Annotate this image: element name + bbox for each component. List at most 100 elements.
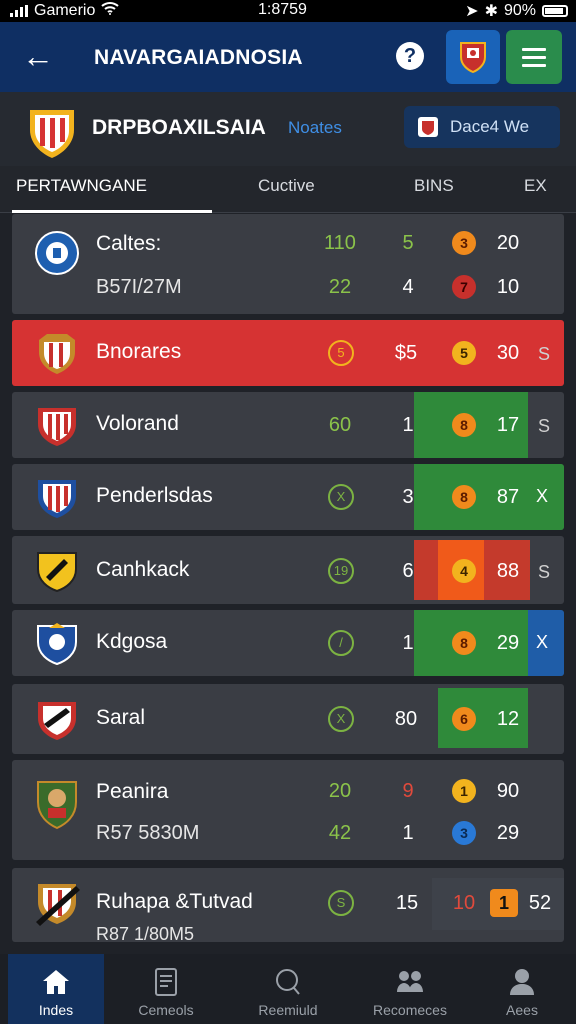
tab-standings[interactable]: PERTAWNGANE <box>16 176 147 196</box>
table-row[interactable]: Saral X 80 6 12 <box>12 684 564 754</box>
wifi-icon <box>101 1 120 20</box>
form-badge: 3 <box>452 231 476 255</box>
team-name: Bnorares <box>96 340 182 363</box>
stat-value: 5 <box>402 232 414 254</box>
bluetooth-icon: ✱ <box>484 3 498 20</box>
points-value: 52 <box>528 892 552 914</box>
stat-value: 9 <box>402 780 414 802</box>
team-name: Penderlsdas <box>96 484 213 507</box>
table-row[interactable]: Canhkack 19 6 4 88 S <box>12 536 564 604</box>
stat-value: 80 <box>394 708 418 730</box>
team-subtitle: B57I/27M <box>96 276 182 298</box>
nav-matches[interactable]: Cemeols <box>118 954 214 1024</box>
stat-value: 1 <box>402 822 414 844</box>
team-name: Peanira <box>96 780 169 803</box>
flag-crest-icon <box>418 117 438 137</box>
league-action-label: Dace4 We <box>450 117 530 136</box>
tab-bar: PERTAWNGANE Cuctive BINS EX <box>0 166 576 212</box>
signal-icon <box>10 4 28 17</box>
nav-home[interactable]: Indes <box>8 954 104 1024</box>
nav-matches-label: Cemeols <box>138 1002 194 1018</box>
team-subtitle: R57 5830M <box>96 822 200 844</box>
help-icon[interactable]: ? <box>396 42 424 70</box>
nav-home-label: Indes <box>38 1002 74 1018</box>
team-name: Kdgosa <box>96 630 168 653</box>
battery-icon <box>542 5 568 17</box>
menu-button[interactable] <box>506 30 562 84</box>
team-crest-icon <box>36 884 80 926</box>
points-value: 90 <box>496 780 520 802</box>
status-bar: Gamerio 1:8759 ➤ ✱ 90% <box>0 0 576 22</box>
battery-label: 90% <box>503 2 536 19</box>
menu-icon <box>522 47 546 51</box>
league-action-button[interactable]: Dace4 We <box>404 106 560 148</box>
back-arrow-icon[interactable]: ← <box>22 38 54 74</box>
table-row[interactable]: Volorand 60 1 8 17 S <box>12 392 564 458</box>
tab-bins[interactable]: BINS <box>414 176 454 196</box>
form-badge: 3 <box>452 821 476 845</box>
stat-value: 22 <box>328 276 352 298</box>
league-link[interactable]: Noates <box>288 118 342 138</box>
stat-value: 110 <box>324 232 356 254</box>
stat-value: 60 <box>328 414 352 436</box>
table-row[interactable]: Ruhapa &Tutvad R87 1/80M5 S 15 10 1 52 <box>12 868 564 942</box>
points-value: 17 <box>496 414 520 436</box>
team-crest-icon <box>38 408 76 446</box>
trend-marker: S <box>538 416 551 436</box>
form-badge: 8 <box>452 413 476 437</box>
points-value: 10 <box>496 276 520 298</box>
points-value: 29 <box>496 822 520 844</box>
points-value: 12 <box>496 708 520 730</box>
page-title: NAVARGAIADNOSIA <box>94 46 303 69</box>
bottom-navigation: Indes Cemeols Reemiuld Recomeces Aees <box>0 954 576 1024</box>
stat-value: $5 <box>394 342 418 364</box>
carrier-label: Gamerio <box>34 1 96 19</box>
table-row[interactable]: Caltes: B57I/27M 110 22 5 4 3 7 20 10 <box>12 214 564 314</box>
league-crest-icon <box>30 110 74 158</box>
form-badge: 5 <box>452 341 476 365</box>
nav-resources[interactable]: Recomeces <box>362 954 458 1024</box>
team-icon <box>397 971 423 992</box>
table-row[interactable]: Penderlsdas X 3 8 87 X <box>12 464 564 530</box>
nav-profile-label: Aees <box>506 1002 538 1018</box>
table-row[interactable]: Peanira R57 5830M 20 42 9 1 1 3 90 29 <box>12 760 564 860</box>
result-icon: X <box>328 484 354 510</box>
points-value: 88 <box>496 560 520 582</box>
search-icon <box>276 969 300 995</box>
result-icon: / <box>328 630 354 656</box>
form-badge: 8 <box>452 485 476 509</box>
nav-profile[interactable]: Aees <box>474 954 570 1024</box>
nav-results-label: Reemiuld <box>258 1002 318 1018</box>
form-badge: 1 <box>490 889 518 917</box>
app-bar: ← NAVARGAIADNOSIA ? <box>0 22 576 92</box>
table-row-highlighted[interactable]: Bnorares 5 $5 5 30 S <box>12 320 564 386</box>
result-icon: 5 <box>328 340 354 366</box>
team-crest-icon <box>39 334 75 374</box>
league-header: DRPBOAXILSAIA Noates Dace4 We <box>0 92 576 166</box>
document-icon <box>155 968 177 996</box>
location-icon: ➤ <box>465 3 479 20</box>
team-name: Ruhapa &Tutvad <box>96 890 253 913</box>
stat-value: 1 <box>402 632 414 654</box>
team-name: Volorand <box>96 412 179 435</box>
table-row[interactable]: Kdgosa / 1 8 29 X <box>12 610 564 676</box>
stat-value: 3 <box>402 486 414 508</box>
nav-results[interactable]: Reemiuld <box>240 954 336 1024</box>
stat-value: 15 <box>395 892 419 914</box>
tab-ex[interactable]: EX <box>524 176 547 196</box>
team-name: Saral <box>96 706 146 729</box>
result-icon: S <box>328 890 354 916</box>
points-value: 29 <box>496 632 520 654</box>
team-name: Caltes: <box>96 232 162 255</box>
nav-resources-label: Recomeces <box>373 1002 447 1018</box>
trend-marker: S <box>538 344 551 364</box>
club-crest-button[interactable] <box>446 30 500 84</box>
result-icon: X <box>328 706 354 732</box>
team-crest-icon <box>38 702 76 740</box>
stat-value: 4 <box>402 276 414 298</box>
form-badge: 6 <box>452 707 476 731</box>
form-badge: 4 <box>452 559 476 583</box>
tab-active[interactable]: Cuctive <box>258 176 315 196</box>
result-icon: 19 <box>328 558 354 584</box>
stat-value: 10 <box>452 892 476 914</box>
